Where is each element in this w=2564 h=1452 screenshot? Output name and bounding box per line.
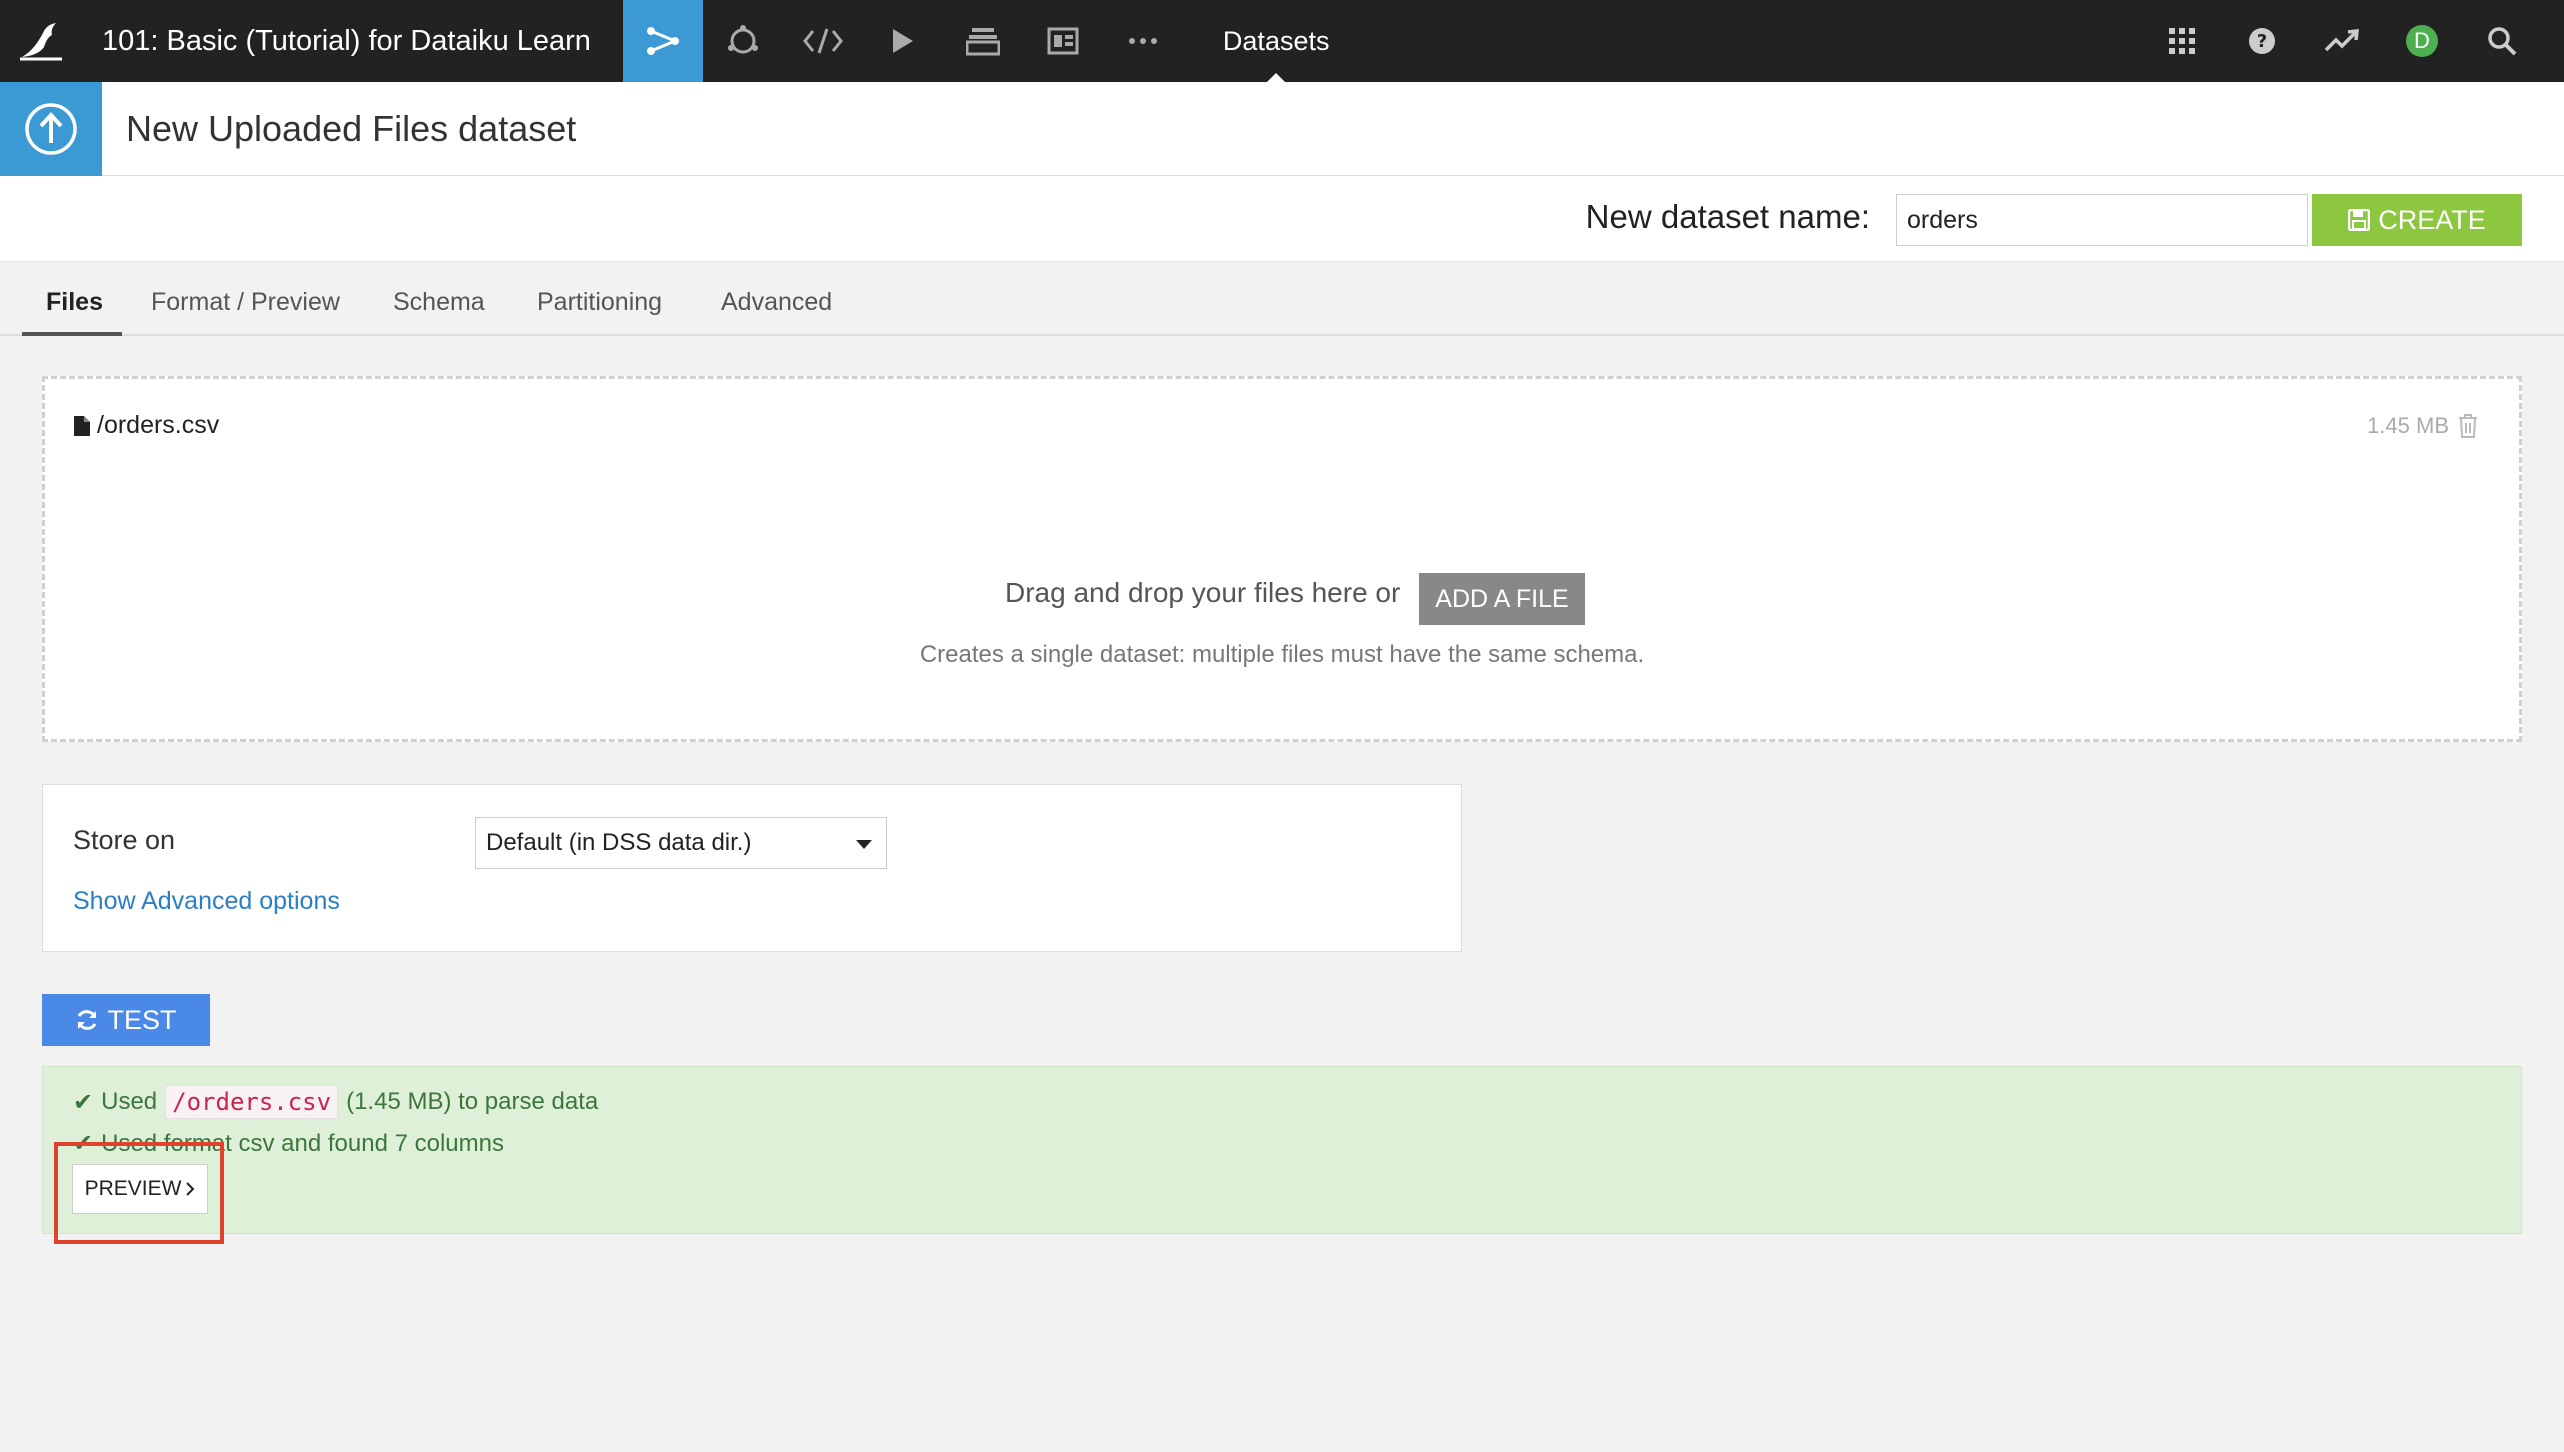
dashboard-icon[interactable] — [1023, 0, 1103, 82]
create-button[interactable]: CREATE — [2312, 194, 2522, 246]
topbar-right: ? D — [2142, 0, 2564, 82]
dataset-name-label: New dataset name: — [1585, 198, 1870, 235]
page-header: New Uploaded Files dataset — [0, 81, 2564, 176]
page-title: New Uploaded Files dataset — [126, 107, 577, 149]
show-advanced-options-link[interactable]: Show Advanced options — [73, 887, 340, 916]
check-icon: ✔ — [73, 1088, 94, 1116]
dataiku-logo-icon[interactable] — [0, 0, 82, 82]
store-on-panel: Store on Default (in DSS data dir.) Show… — [42, 784, 1462, 952]
file-size-row: 1.45 MB — [2367, 413, 2479, 439]
result-file-code: /orders.csv — [165, 1085, 339, 1119]
file-dropzone[interactable]: /orders.csv 1.45 MB Drag and drop your f… — [42, 376, 2522, 742]
store-on-label: Store on — [73, 825, 176, 855]
preview-highlight-annotation — [54, 1142, 224, 1244]
create-button-label: CREATE — [2378, 204, 2486, 235]
test-button[interactable]: TEST — [42, 994, 210, 1046]
tab-bar: Files Format / Preview Schema Partitioni… — [0, 262, 2564, 336]
test-result-panel: ✔ Used /orders.csv (1.45 MB) to parse da… — [42, 1066, 2522, 1234]
file-size: 1.45 MB — [2367, 413, 2449, 438]
trash-icon[interactable] — [2457, 413, 2479, 439]
nav-section-datasets[interactable]: Datasets — [1222, 0, 1330, 82]
file-icon — [74, 415, 90, 436]
save-icon — [2348, 209, 2371, 231]
refresh-icon — [78, 1010, 97, 1030]
result-line-1: ✔ Used /orders.csv (1.45 MB) to parse da… — [73, 1085, 598, 1119]
search-icon[interactable] — [2462, 0, 2542, 82]
store-on-select[interactable]: Default (in DSS data dir.) — [475, 817, 887, 869]
result-line-1-prefix: Used — [101, 1088, 158, 1115]
result-line-1-suffix: (1.45 MB) to parse data — [346, 1088, 599, 1115]
upload-icon — [0, 81, 102, 176]
library-icon[interactable] — [943, 0, 1023, 82]
project-title[interactable]: 101: Basic (Tutorial) for Dataiku Learn — [102, 25, 591, 58]
help-icon[interactable]: ? — [2222, 0, 2302, 82]
dataset-name-input-wrapper — [1896, 194, 2308, 246]
caret-up-icon — [1267, 73, 1286, 82]
code-icon[interactable] — [783, 0, 863, 82]
avatar-wrapper[interactable]: D — [2382, 0, 2462, 82]
more-icon[interactable] — [1103, 0, 1183, 82]
drop-subtext: Creates a single dataset: multiple files… — [919, 641, 1645, 668]
tab-partitioning[interactable]: Partitioning — [537, 288, 662, 317]
tab-files[interactable]: Files — [46, 288, 103, 317]
tab-format-preview[interactable]: Format / Preview — [151, 288, 340, 317]
tab-schema[interactable]: Schema — [393, 288, 485, 317]
file-item: /orders.csv — [73, 411, 219, 440]
add-file-button[interactable]: ADD A FILE — [1419, 573, 1585, 625]
lab-icon[interactable] — [703, 0, 783, 82]
test-button-label: TEST — [107, 1004, 177, 1035]
nav-section-label: Datasets — [1222, 25, 1330, 56]
dataset-name-input[interactable] — [1896, 194, 2308, 246]
tab-advanced[interactable]: Advanced — [721, 288, 832, 317]
apps-grid-icon[interactable] — [2142, 0, 2222, 82]
flow-icon[interactable] — [622, 0, 703, 82]
run-icon[interactable] — [863, 0, 943, 82]
active-tab-indicator — [22, 332, 122, 336]
avatar[interactable]: D — [2406, 25, 2438, 57]
store-on-selected-value: Default (in DSS data dir.) — [486, 829, 752, 856]
top-navbar: 101: Basic (Tutorial) for Dataiku Learn … — [0, 0, 2564, 82]
svg-text:?: ? — [2257, 31, 2267, 52]
file-name: /orders.csv — [97, 411, 220, 439]
trend-icon[interactable] — [2302, 0, 2382, 82]
dropdown-arrow-icon — [856, 840, 872, 849]
drop-instruction: Drag and drop your files here or — [1005, 577, 1401, 608]
